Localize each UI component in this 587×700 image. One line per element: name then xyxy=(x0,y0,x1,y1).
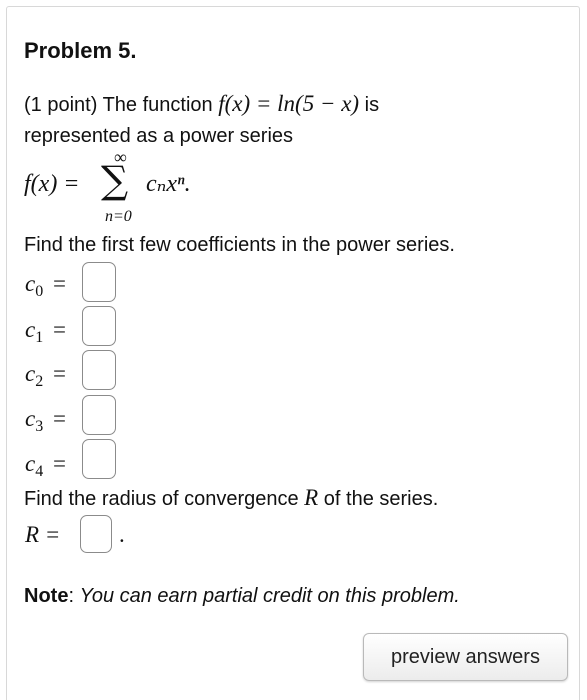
coefficient-label-c4: c4 xyxy=(25,451,44,480)
preview-answers-button[interactable]: preview answers xyxy=(363,633,568,681)
series-lhs: f(x) = xyxy=(24,171,80,197)
intro-line-1: (1 point) The function f(x) = ln(5 − x) … xyxy=(24,92,379,117)
answer-input-c2[interactable] xyxy=(82,350,116,390)
equals-sign: = xyxy=(53,271,66,296)
coefficient-label-c0: c0 xyxy=(25,271,44,300)
radius-label: R = xyxy=(25,522,61,547)
intro-is: is xyxy=(364,94,380,116)
note-text: You can earn partial credit on this prob… xyxy=(79,585,460,607)
answer-input-c4[interactable] xyxy=(82,439,116,479)
problem-title: Problem 5. xyxy=(24,38,137,63)
equals-sign: = xyxy=(53,406,66,431)
points-label: (1 point) xyxy=(24,94,98,116)
coefficient-label-c2: c2 xyxy=(25,361,44,390)
partial-credit-note: Note: You can earn partial credit on thi… xyxy=(24,584,460,608)
series-term: cₙxⁿ. xyxy=(146,171,191,197)
radius-prompt-before: Find the radius of convergence xyxy=(24,488,299,510)
answer-input-c0[interactable] xyxy=(82,262,116,302)
summation-symbol: ∑ xyxy=(101,158,129,202)
radius-period: . xyxy=(119,522,125,547)
radius-prompt: Find the radius of convergence R of the … xyxy=(24,486,438,511)
equals-sign: = xyxy=(53,317,66,342)
equals-sign: = xyxy=(53,451,66,476)
coefficient-prompt: Find the first few coefficients in the p… xyxy=(24,234,455,256)
radius-symbol: R xyxy=(304,485,319,510)
sum-lower-limit: n=0 xyxy=(105,208,132,225)
radius-prompt-after: of the series. xyxy=(323,488,439,510)
answer-input-c3[interactable] xyxy=(82,395,116,435)
coefficient-label-c1: c1 xyxy=(25,317,44,346)
note-colon: : xyxy=(68,585,75,607)
equals-sign: = xyxy=(53,361,66,386)
intro-text: The function xyxy=(102,94,213,116)
note-label: Note xyxy=(24,585,69,607)
answer-input-c1[interactable] xyxy=(82,306,116,346)
function-expression: f(x) = ln(5 − x) xyxy=(218,91,360,116)
coefficient-label-c3: c3 xyxy=(25,406,44,435)
intro-line-2: represented as a power series xyxy=(24,125,294,147)
radius-answer-input[interactable] xyxy=(80,515,112,553)
